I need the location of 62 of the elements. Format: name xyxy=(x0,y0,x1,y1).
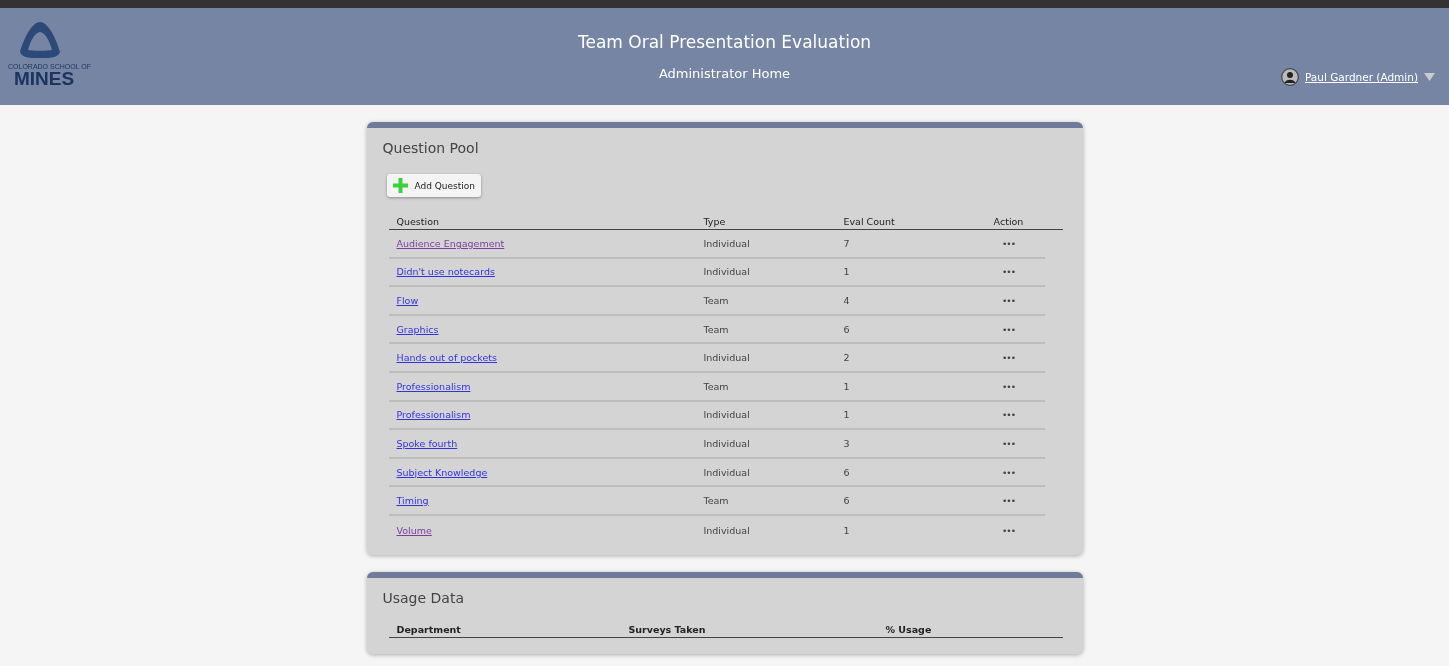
table-cell-text: Individual xyxy=(703,237,751,249)
add-question-button[interactable]: Add Question xyxy=(386,174,482,197)
table-cell-text: Team xyxy=(703,380,730,392)
table-cell-text: 1 xyxy=(843,380,851,392)
question-link[interactable]: Spoke fourth xyxy=(396,437,458,449)
more-actions-button[interactable]: ••• xyxy=(1002,438,1015,449)
table-cell-text: 6 xyxy=(843,323,851,335)
question-link[interactable]: Professionalism xyxy=(396,409,471,421)
column-header: Department xyxy=(395,623,462,635)
more-actions-button[interactable]: ••• xyxy=(1002,267,1015,278)
table-cell-text: Team xyxy=(703,323,730,335)
logo-icon xyxy=(18,20,62,60)
column-header: Action xyxy=(992,216,1025,227)
table-cell-text: 2 xyxy=(843,352,851,364)
table-cell-text: 1 xyxy=(843,266,851,278)
table-cell-text: Individual xyxy=(703,466,751,478)
table-cell-text: Team xyxy=(703,495,730,507)
logo-text: MINES xyxy=(14,70,75,87)
question-link[interactable]: Flow xyxy=(396,295,419,306)
page-subtitle: Administrator Home xyxy=(658,66,791,81)
table-cell-text: 6 xyxy=(843,466,851,478)
plus-icon xyxy=(392,178,408,193)
more-actions-button[interactable]: ••• xyxy=(1002,525,1015,536)
table-cell-text: 6 xyxy=(843,495,851,507)
table-cell-text: 7 xyxy=(843,237,851,249)
more-actions-button[interactable]: ••• xyxy=(1002,496,1015,507)
more-actions-button[interactable]: ••• xyxy=(1002,353,1015,364)
more-actions-button[interactable]: ••• xyxy=(1002,381,1015,392)
more-actions-button[interactable]: ••• xyxy=(1002,467,1015,478)
table-cell-text: 3 xyxy=(843,437,851,449)
question-link[interactable]: Graphics xyxy=(396,323,439,335)
table-cell-text: Individual xyxy=(703,352,751,364)
table-cell-text: Individual xyxy=(703,524,751,536)
dropdown-caret-icon[interactable] xyxy=(1424,73,1435,81)
app-title: Team Oral Presentation Evaluation xyxy=(577,32,872,52)
more-actions-button[interactable]: ••• xyxy=(1002,296,1015,306)
table-cell-text: 1 xyxy=(843,524,851,536)
table-cell-text: Individual xyxy=(703,409,751,421)
table-cell-text: 4 xyxy=(843,295,851,306)
user-menu-link[interactable]: Paul Gardner (Admin) xyxy=(1305,71,1418,83)
question-link[interactable]: Hands out of pockets xyxy=(396,352,497,364)
user-avatar-icon xyxy=(1281,68,1299,86)
column-header: Type xyxy=(703,216,727,227)
more-actions-button[interactable]: ••• xyxy=(1002,238,1015,249)
column-header: % Usage xyxy=(885,623,933,635)
question-link[interactable]: Audience Engagement xyxy=(396,237,505,249)
card-title: Question Pool xyxy=(382,140,480,156)
question-link[interactable]: Didn't use notecards xyxy=(396,266,495,278)
table-cell-text: 1 xyxy=(843,409,851,421)
question-link[interactable]: Professionalism xyxy=(396,380,471,392)
table-cell-text: Individual xyxy=(703,437,751,449)
more-actions-button[interactable]: ••• xyxy=(1002,324,1015,335)
column-header: Question xyxy=(395,216,440,227)
table-cell-text: Team xyxy=(703,295,730,306)
question-link[interactable]: Timing xyxy=(396,495,429,507)
question-link[interactable]: Subject Knowledge xyxy=(396,466,488,478)
card-title: Usage Data xyxy=(382,589,465,606)
question-link[interactable]: Volume xyxy=(396,524,432,536)
more-actions-button[interactable]: ••• xyxy=(1002,410,1015,421)
table-cell-text: Individual xyxy=(703,266,751,278)
column-header: Surveys Taken xyxy=(628,623,707,635)
column-header: Eval Count xyxy=(843,216,896,227)
